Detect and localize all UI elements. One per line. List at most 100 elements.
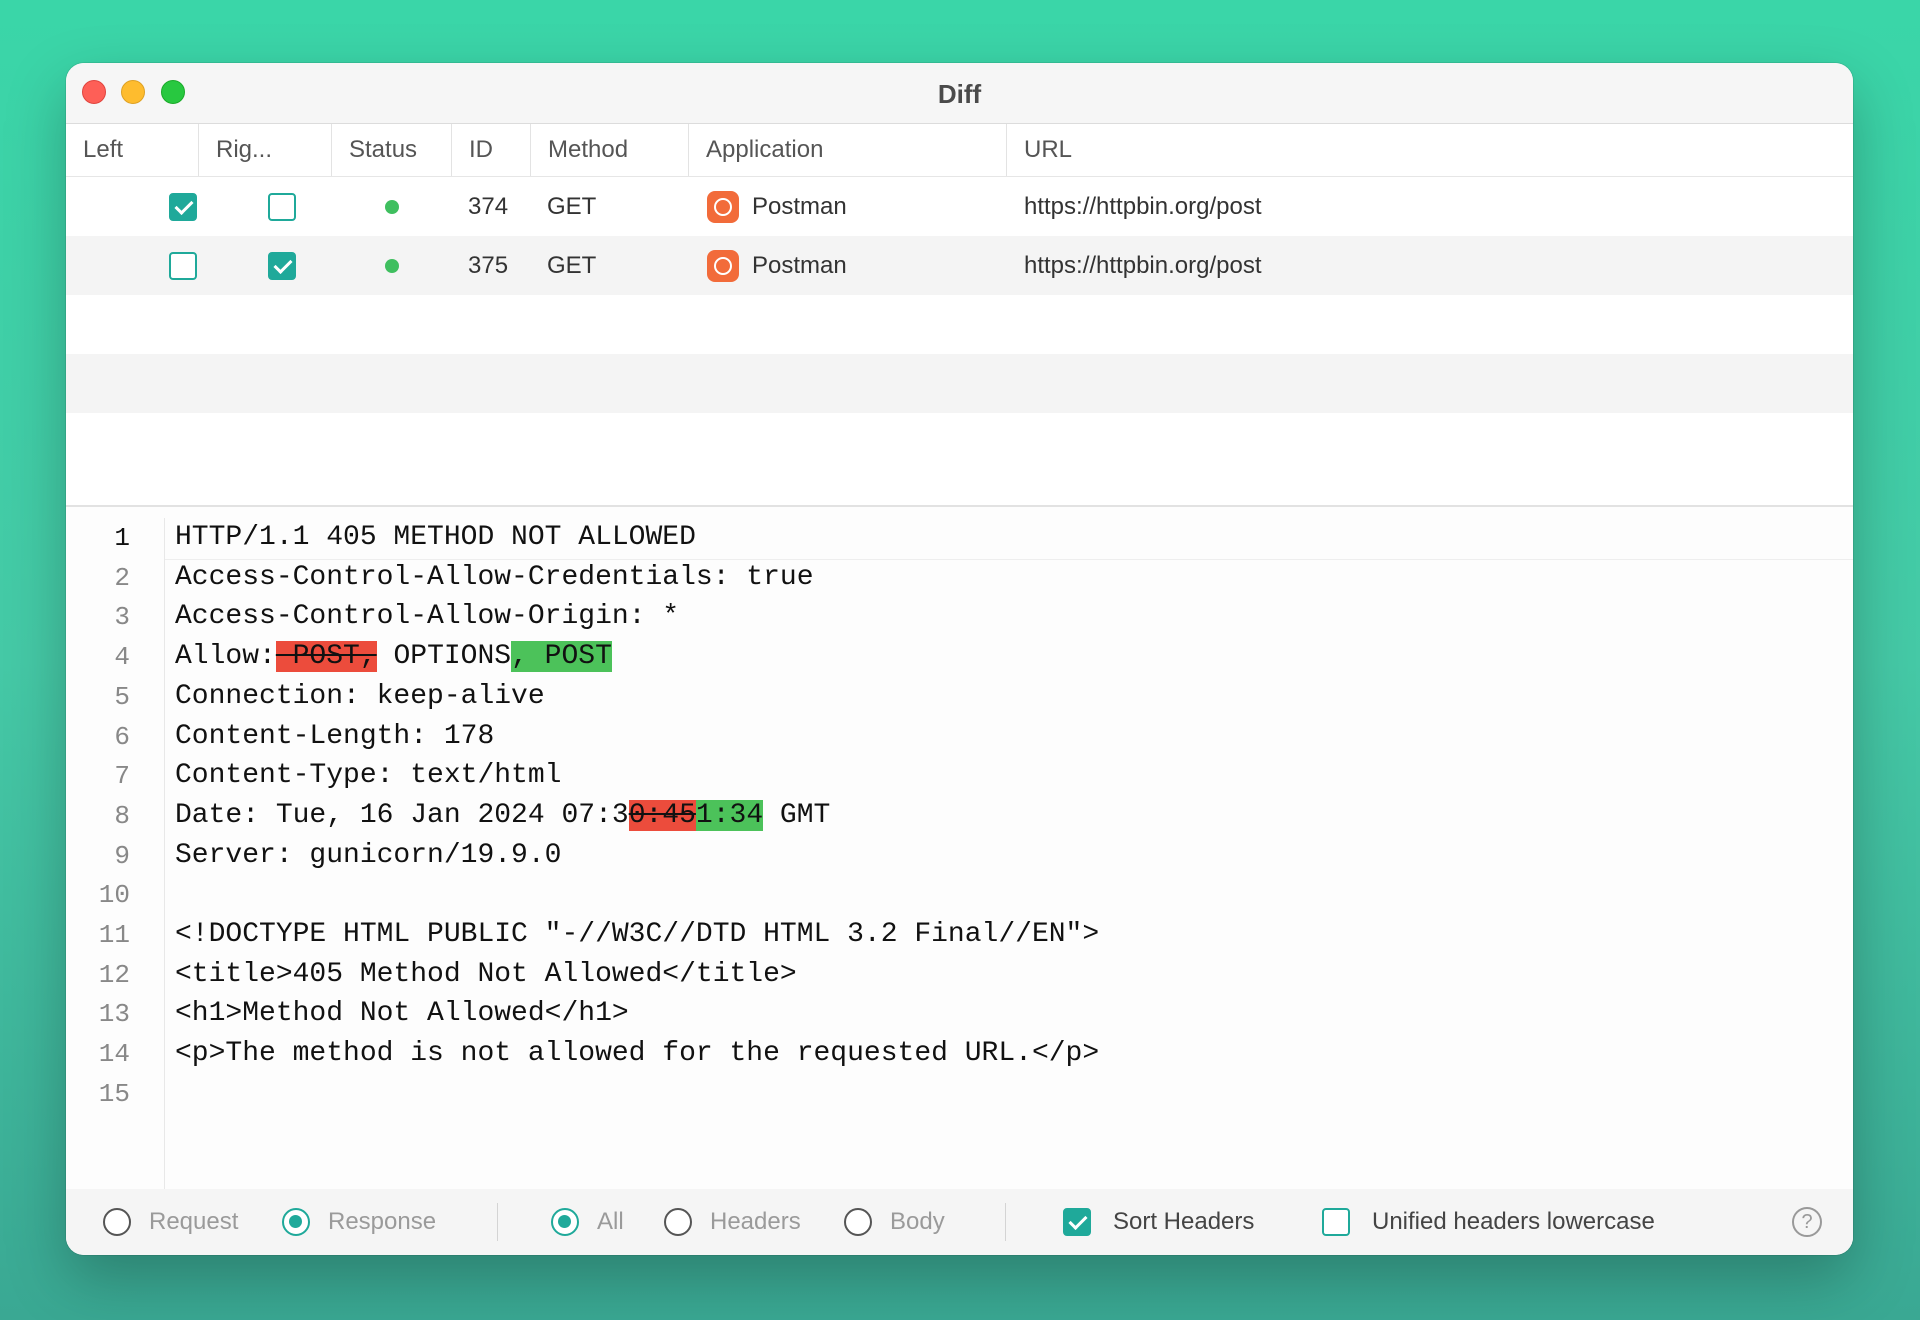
code-text: Date: Tue, 16 Jan 2024 07:3 [175,799,629,831]
sort-headers-checkbox[interactable] [1063,1208,1091,1236]
empty-row [66,295,1853,354]
line-number: 14 [98,1039,130,1070]
row-url: https://httpbin.org/post [1024,193,1262,220]
row-application: Postman [752,193,847,220]
column-header-right[interactable]: Rig... [199,124,332,176]
column-header-application[interactable]: Application [689,124,1007,176]
column-header-method[interactable]: Method [531,124,689,176]
line-number: 2 [114,562,130,593]
headers-label[interactable]: Headers [710,1189,801,1255]
code-line[interactable]: Access-Control-Allow-Credentials: true [175,558,814,598]
code-line[interactable]: Content-Length: 178 [175,717,494,757]
empty-row [66,413,1853,506]
column-header-url[interactable]: URL [1007,124,1853,176]
window-title: Diff [937,79,982,109]
code-text: <!DOCTYPE HTML PUBLIC "-//W3C//DTD HTML … [175,919,1100,950]
line-number: 7 [114,761,130,792]
response-label[interactable]: Response [328,1189,436,1255]
row-url: https://httpbin.org/post [1024,252,1262,279]
all-label[interactable]: All [597,1189,624,1255]
postman-icon [707,250,739,282]
line-number: 3 [114,602,130,633]
row-method: GET [547,193,597,220]
code-line[interactable]: Date: Tue, 16 Jan 2024 07:30:451:34 GMT [175,796,830,836]
unified-headers-lowercase-checkbox[interactable] [1322,1208,1350,1236]
row-id: 374 [468,193,509,220]
code-line[interactable]: Allow: POST, OPTIONS, POST [175,637,612,677]
line-number: 4 [114,642,130,673]
code-text: Connection: keep-alive [175,680,545,712]
line-number: 11 [98,920,130,950]
code-text: <title>405 Method Not Allowed</title> [175,958,797,990]
inserted-text: , POST [511,641,612,673]
code-text: Access-Control-Allow-Credentials: true [175,561,814,593]
row-method: GET [547,252,597,279]
status-ok-icon [385,200,399,214]
all-radio[interactable] [551,1208,579,1236]
table-row[interactable]: 375 GET Postman https://httpbin.org/post [66,236,1853,295]
line-number: 13 [98,999,130,1030]
code-text: GMT [763,799,831,831]
code-line[interactable]: Access-Control-Allow-Origin: * [175,597,679,637]
request-label[interactable]: Request [149,1189,238,1255]
toolbar-separator [1005,1203,1006,1241]
code-text: <p>The method is not allowed for the req… [175,1038,1100,1070]
code-line[interactable]: <p>The method is not allowed for the req… [175,1034,1099,1074]
table-header: Left Rig... Status ID Method Application… [66,124,1853,177]
code-line[interactable]: Connection: keep-alive [175,677,545,717]
left-checkbox[interactable] [169,193,197,221]
code-line[interactable]: <!DOCTYPE HTML PUBLIC "-//W3C//DTD HTML … [175,915,1099,955]
code-text: OPTIONS [376,641,512,673]
line-number: 6 [114,721,130,752]
diff-window: Diff Left Rig... Status ID Method Applic… [66,63,1853,1255]
line-number: 8 [114,800,130,831]
empty-row [66,354,1853,413]
code-line[interactable]: HTTP/1.1 405 METHOD NOT ALLOWED [175,518,696,558]
line-number: 10 [98,880,130,911]
line-number: 9 [114,840,130,871]
line-number: 1 [114,523,130,553]
diff-editor[interactable]: 1 HTTP/1.1 405 METHOD NOT ALLOWED 2 Access-… [66,518,1853,1253]
row-id: 375 [468,252,509,279]
unified-headers-lowercase-label[interactable]: Unified headers lowercase [1372,1189,1655,1255]
code-text: Server: gunicorn/19.9.0 [175,839,562,871]
request-table: Left Rig... Status ID Method Application… [66,124,1853,506]
status-ok-icon [385,259,399,273]
code-text: Access-Control-Allow-Origin: * [175,601,680,633]
title-bar: Diff [66,63,1853,124]
code-text: Content-Length: 178 [175,720,495,752]
deleted-text: POST, [275,641,377,673]
sort-headers-label[interactable]: Sort Headers [1113,1189,1254,1255]
code-text: Content-Type: text/html [175,760,562,792]
footer-toolbar: Request Response All Headers Body Sort H… [66,1189,1853,1255]
column-header-id[interactable]: ID [452,124,531,176]
split-view-divider[interactable] [66,505,1853,507]
right-checkbox[interactable] [268,193,296,221]
line-number: 5 [114,681,130,712]
postman-icon [707,191,739,223]
headers-radio[interactable] [664,1208,692,1236]
column-header-left[interactable]: Left [66,124,199,176]
line-number: 12 [98,959,130,990]
request-radio[interactable] [103,1208,131,1236]
code-text: <h1>Method Not Allowed</h1> [175,998,629,1030]
help-icon[interactable]: ? [1792,1207,1822,1237]
line-number: 15 [98,1078,130,1109]
gutter-divider [164,518,165,1253]
code-line[interactable]: <title>405 Method Not Allowed</title> [175,955,797,995]
code-line[interactable]: Server: gunicorn/19.9.0 [175,836,561,876]
inserted-text: 1:34 [695,799,764,831]
body-label[interactable]: Body [890,1189,945,1255]
toolbar-separator [497,1203,498,1241]
row-application: Postman [752,252,847,279]
response-radio[interactable] [282,1208,310,1236]
body-radio[interactable] [844,1208,872,1236]
code-line[interactable]: <h1>Method Not Allowed</h1> [175,994,629,1034]
left-checkbox[interactable] [169,252,197,280]
deleted-text: 0:45 [628,799,696,831]
table-row[interactable]: 374 GET Postman https://httpbin.org/post [66,177,1853,236]
right-checkbox[interactable] [268,252,296,280]
column-header-status[interactable]: Status [332,124,452,176]
code-line[interactable]: Content-Type: text/html [175,756,561,796]
code-text: Allow: [175,641,276,673]
